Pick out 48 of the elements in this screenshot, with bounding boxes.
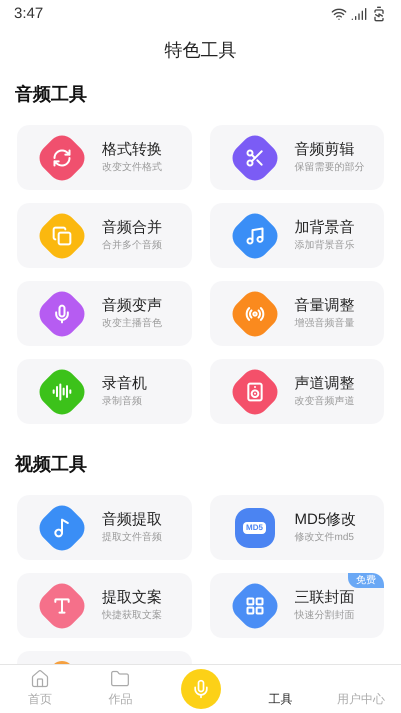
tool-card[interactable]: 音频提取 提取文件音频 <box>17 495 192 560</box>
tool-card[interactable]: 提取文案 快捷获取文案 <box>17 573 192 638</box>
tool-title: 加背景音 <box>294 218 354 238</box>
tool-card[interactable]: 声道调整 改变音频声道 <box>210 359 384 424</box>
tool-card[interactable]: MD5 MD5修改 修改文件md5 <box>210 495 384 560</box>
tool-subtitle: 改变音频声道 <box>294 394 354 408</box>
tool-title: 提取文案 <box>102 588 162 608</box>
section-heading: 视频工具 <box>15 453 88 476</box>
tool-title: 三联封面 <box>294 588 354 608</box>
record-button[interactable] <box>180 669 220 709</box>
tool-card[interactable]: 音量调整 增强音频音量 <box>210 281 384 346</box>
tool-card[interactable]: 音频剪辑 保留需要的部分 <box>210 125 384 190</box>
tool-subtitle: 快速分割封面 <box>294 608 354 622</box>
tool-title: 录音机 <box>102 374 147 394</box>
tool-subtitle: 合并多个音频 <box>102 238 162 252</box>
tool-subtitle: 改变文件格式 <box>102 160 162 174</box>
tool-card[interactable]: 音频合并 合并多个音频 <box>17 203 192 268</box>
tool-title: 音频合并 <box>102 218 162 238</box>
tool-subtitle: 改变主播音色 <box>102 316 162 330</box>
folder-icon <box>110 669 130 689</box>
page-title: 特色工具 <box>164 38 236 62</box>
tool-card[interactable]: 三联封面 快速分割封面 免费 <box>210 573 384 638</box>
tool-title: MD5修改 <box>294 510 356 530</box>
tool-title: 声道调整 <box>294 374 354 394</box>
wifi-icon <box>331 6 347 22</box>
status-time: 3:47 <box>14 4 44 24</box>
tool-card[interactable]: 录音机 录制音频 <box>17 359 192 424</box>
tool-card[interactable]: 格式转换 改变文件格式 <box>17 125 192 190</box>
tool-title: 音频剪辑 <box>294 140 356 160</box>
label-icon: MD5 <box>234 508 274 548</box>
tool-title: 音频变声 <box>102 296 162 316</box>
tool-card[interactable]: 音频变声 改变主播音色 <box>17 281 192 346</box>
section-heading: 音频工具 <box>15 83 88 106</box>
tool-subtitle: 保留需要的部分 <box>294 160 364 174</box>
tool-subtitle: 快捷获取文案 <box>102 608 162 622</box>
signal-icon <box>351 6 367 22</box>
nav-tab[interactable]: 工具 <box>240 665 321 713</box>
tool-subtitle: 增强音频音量 <box>294 316 354 330</box>
free-badge: 免费 <box>348 573 384 588</box>
home-icon <box>30 669 50 689</box>
tool-title: 格式转换 <box>102 140 162 160</box>
tool-subtitle: 录制音频 <box>102 394 143 408</box>
tool-subtitle: 提取文件音频 <box>102 530 162 544</box>
tool-subtitle: 修改文件md5 <box>294 530 355 544</box>
tool-subtitle: 添加背景音乐 <box>294 238 354 252</box>
tool-title: 音量调整 <box>294 296 354 316</box>
tool-title: 音频提取 <box>102 510 162 530</box>
tool-card[interactable]: 加背景音 添加背景音乐 <box>210 203 384 268</box>
